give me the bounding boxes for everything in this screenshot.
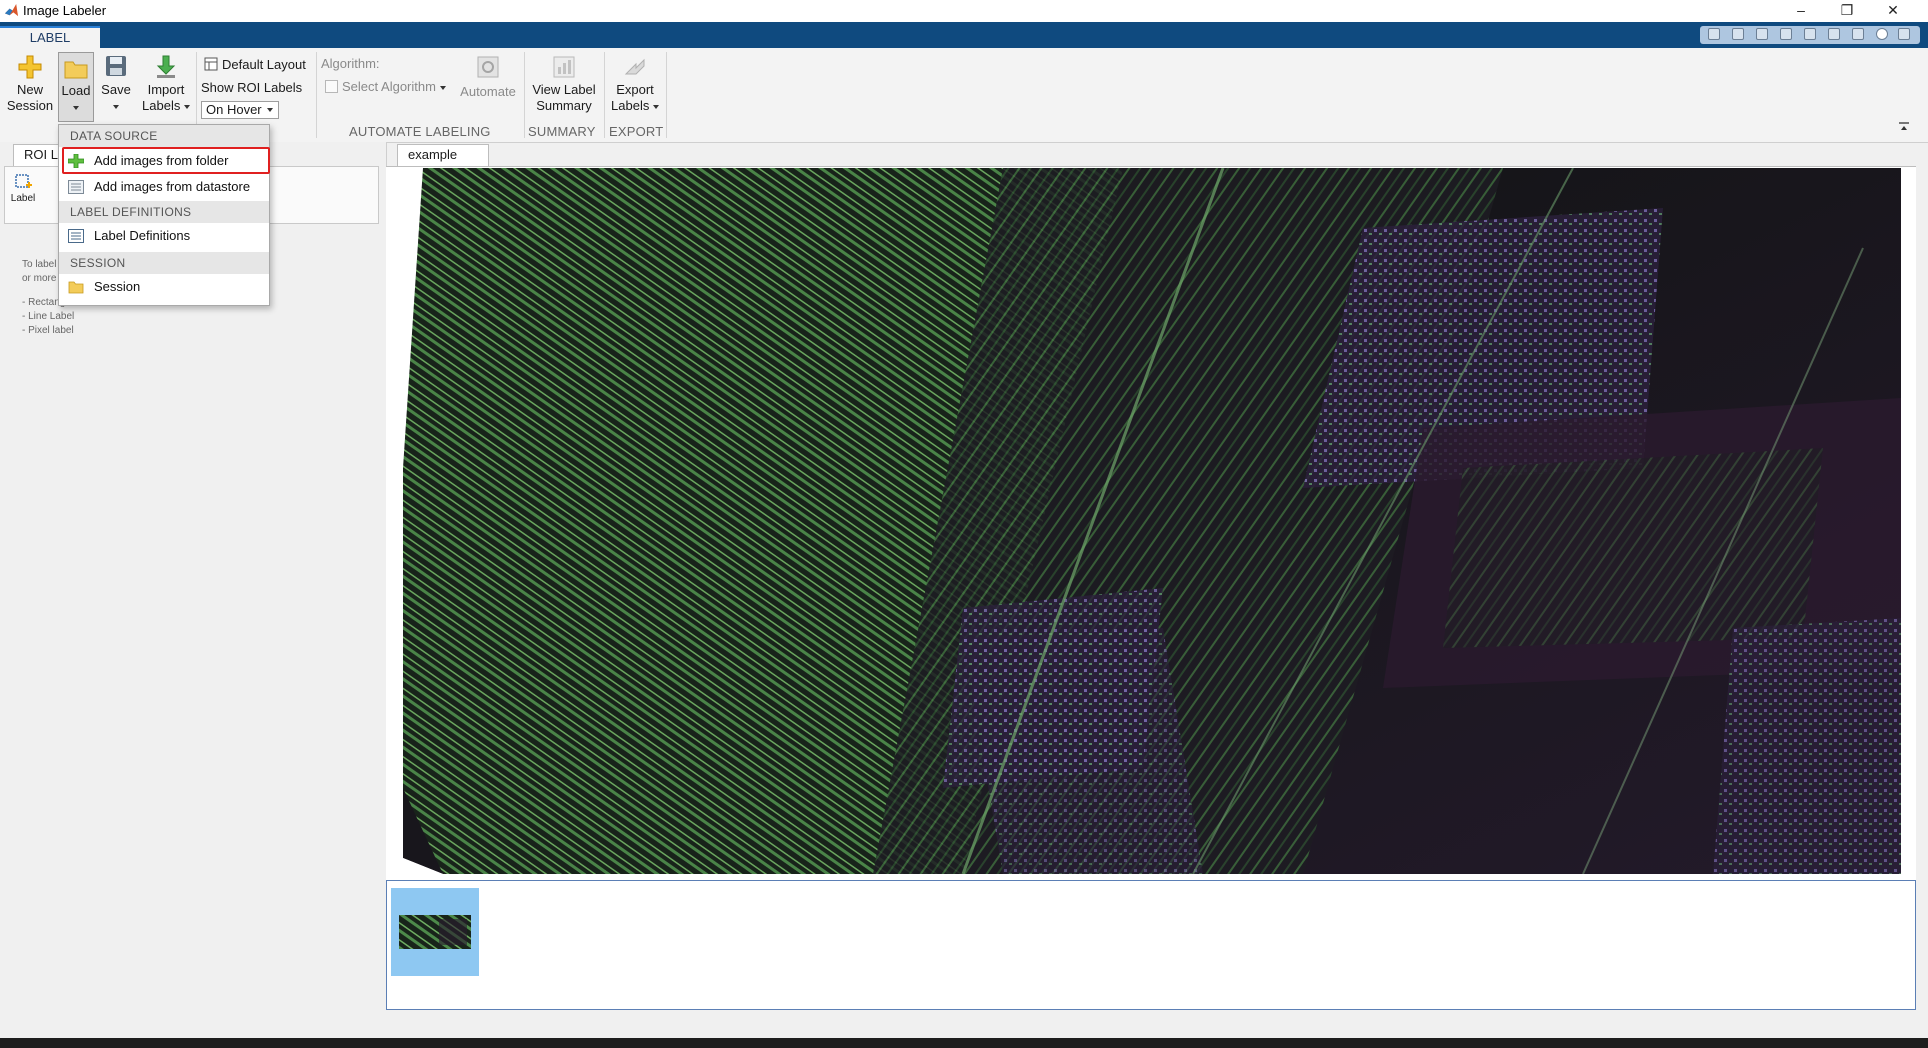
hint-item: - Line Label [22, 311, 75, 322]
automate-labeling-section-label: AUTOMATE LABELING [349, 124, 491, 139]
save-button[interactable]: Save [98, 54, 134, 114]
plus-icon [18, 55, 42, 79]
undo-icon[interactable] [1804, 28, 1816, 40]
select-algorithm-label: Select Algorithm [342, 79, 436, 94]
datastore-icon [68, 180, 84, 194]
quick-access-toolbar [1700, 26, 1920, 44]
automate-button[interactable]: Automate [458, 54, 518, 100]
view-label-summary-button[interactable]: View Label Summary [528, 54, 600, 114]
minimize-button[interactable]: – [1778, 0, 1824, 22]
help-icon[interactable] [1876, 28, 1888, 40]
add-label-button[interactable]: Label [9, 171, 37, 219]
load-label: Load [61, 83, 91, 98]
view-label-summary-line2: Summary [536, 98, 592, 113]
select-algorithm-dropdown[interactable]: Select Algorithm [325, 78, 446, 96]
floppy-disk-icon [106, 56, 126, 76]
label-button-text: Label [10, 193, 36, 204]
layout-grid-icon [204, 57, 218, 71]
export-labels-line1: Export [616, 82, 654, 97]
image-browser-strip [386, 880, 1916, 1010]
load-caret [59, 99, 93, 115]
thumbnail-image [399, 915, 471, 949]
layout-icon[interactable] [1852, 28, 1864, 40]
roi-labels-mode-select[interactable]: On Hover [201, 101, 279, 119]
new-session-line1: New [16, 82, 43, 97]
menu-header-data-source: DATA SOURCE [59, 125, 269, 147]
cut-icon[interactable] [1732, 28, 1744, 40]
menu-header-label-definitions: LABEL DEFINITIONS [59, 201, 269, 223]
load-button[interactable]: Load [58, 52, 94, 122]
menu-item-label-definitions[interactable]: Label Definitions [59, 223, 269, 249]
separator [666, 52, 667, 138]
summary-chart-icon [553, 56, 575, 78]
satellite-image[interactable] [403, 168, 1901, 874]
status-bar [0, 1010, 1928, 1038]
menu-item-session[interactable]: Session [59, 274, 269, 300]
tab-example[interactable]: example [397, 144, 489, 166]
window-title: Image Labeler [23, 3, 107, 18]
algorithm-checkbox-icon [325, 80, 338, 93]
export-section-label: EXPORT [609, 124, 664, 139]
separator [524, 52, 525, 138]
collapse-toolstrip-icon[interactable] [1899, 122, 1909, 134]
menu-item-label: Add images from datastore [94, 179, 251, 194]
menu-item-add-images-from-datastore[interactable]: Add images from datastore [59, 174, 269, 200]
save-icon[interactable] [1708, 28, 1720, 40]
matlab-logo-icon [4, 3, 19, 17]
label-roi-icon [15, 174, 32, 188]
new-session-line2: Session [6, 98, 54, 113]
separator [604, 52, 605, 138]
redo-icon[interactable] [1828, 28, 1840, 40]
export-labels-button[interactable]: Export Labels [608, 54, 662, 114]
view-label-summary-line1: View Label [532, 82, 596, 97]
copy-icon[interactable] [1756, 28, 1768, 40]
save-label: Save [101, 82, 131, 97]
image-thumbnail[interactable] [391, 888, 479, 976]
import-labels-line1: Import [147, 82, 185, 97]
save-caret [98, 98, 134, 114]
tab-label[interactable]: LABEL [0, 26, 100, 48]
highlight-box [62, 147, 270, 174]
import-labels-line2: Labels [140, 98, 192, 114]
folder-icon [68, 281, 84, 294]
automate-gear-icon [477, 56, 499, 78]
import-arrow-icon [156, 55, 176, 78]
roi-labels-mode-value: On Hover [206, 102, 262, 117]
hint-item: - Pixel label [22, 325, 74, 336]
default-layout-button[interactable]: Default Layout [204, 56, 306, 74]
new-session-button[interactable]: New Session [6, 54, 54, 114]
default-layout-label: Default Layout [222, 57, 306, 72]
window-title-bar: Image Labeler – ❐ ✕ [0, 0, 1928, 22]
ribbon-tab-strip [0, 22, 1928, 48]
export-arrow-icon [624, 58, 645, 75]
export-labels-line2: Labels [608, 98, 662, 114]
toolstrip: New Session Load Save Import Labels Defa… [0, 48, 1928, 143]
expand-icon[interactable] [1898, 28, 1910, 40]
show-roi-labels-label: Show ROI Labels [201, 80, 303, 95]
list-icon [68, 229, 84, 243]
os-taskbar [0, 1038, 1928, 1048]
chevron-down-icon [267, 108, 273, 112]
algorithm-label: Algorithm: [321, 56, 380, 71]
paste-icon[interactable] [1780, 28, 1792, 40]
restore-button[interactable]: ❐ [1824, 0, 1870, 22]
automate-label: Automate [460, 84, 516, 99]
menu-item-label: Label Definitions [94, 228, 191, 243]
close-button[interactable]: ✕ [1870, 0, 1916, 22]
separator [316, 52, 317, 138]
menu-item-label: Session [94, 279, 141, 294]
import-labels-button[interactable]: Import Labels [140, 54, 192, 114]
menu-header-session: SESSION [59, 252, 269, 274]
summary-section-label: SUMMARY [528, 124, 596, 139]
folder-icon [64, 61, 88, 79]
